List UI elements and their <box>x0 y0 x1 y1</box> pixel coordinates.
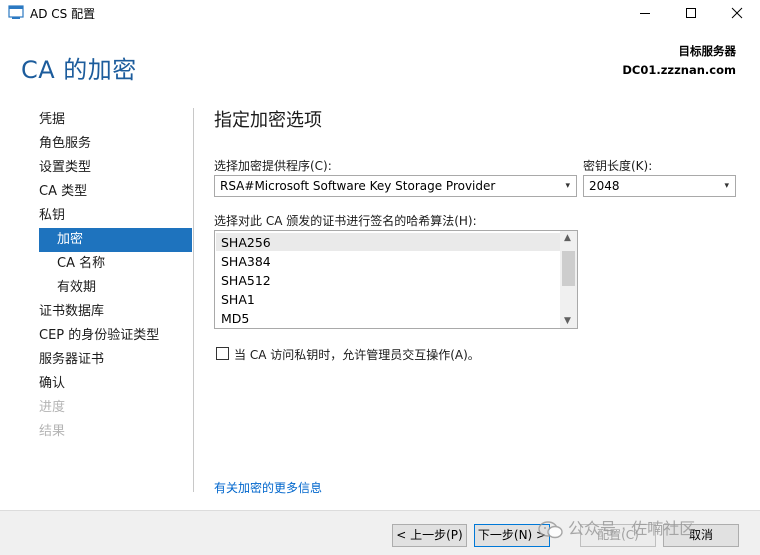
more-info-link[interactable]: 有关加密的更多信息 <box>214 479 322 496</box>
hash-algorithm-list[interactable]: SHA256 SHA384 SHA512 SHA1 MD5 ▲ ▼ <box>214 230 578 329</box>
nav-item-role-services[interactable]: 角色服务 <box>39 132 192 156</box>
list-item-sha384[interactable]: SHA384 <box>221 254 271 269</box>
key-length-label: 密钥长度(K): <box>583 159 653 173</box>
minimize-button[interactable] <box>622 0 668 26</box>
list-item-sha256[interactable]: SHA256 <box>221 235 271 250</box>
nav-item-results: 结果 <box>39 424 66 439</box>
scrollbar-thumb[interactable] <box>562 251 575 286</box>
list-item-sha1[interactable]: SHA1 <box>221 292 255 307</box>
nav-item-server-certificate[interactable]: 服务器证书 <box>39 348 192 372</box>
window-title: AD CS 配置 <box>30 7 96 21</box>
server-manager-icon <box>8 5 24 19</box>
nav-item-progress: 进度 <box>39 400 66 415</box>
nav-item-cep-auth-type[interactable]: CEP 的身份验证类型 <box>39 324 192 348</box>
nav-item-credentials[interactable]: 凭据 <box>39 108 192 132</box>
page-title: CA 的加密 <box>21 56 137 84</box>
wizard-nav: 凭据 角色服务 设置类型 CA 类型 私钥 加密 CA 名称 有效期 证书数据库… <box>39 108 192 444</box>
maximize-button[interactable] <box>668 0 714 26</box>
provider-label: 选择加密提供程序(C): <box>214 159 332 173</box>
list-scrollbar[interactable]: ▲ ▼ <box>560 231 577 328</box>
target-server-label: 目标服务器 <box>678 44 737 58</box>
wechat-icon <box>538 520 563 538</box>
provider-select[interactable]: RSA#Microsoft Software Key Storage Provi… <box>214 175 577 197</box>
section-title: 指定加密选项 <box>214 110 322 131</box>
close-icon <box>731 7 743 19</box>
nav-item-ca-name[interactable]: CA 名称 <box>39 252 192 276</box>
close-button[interactable] <box>714 0 760 26</box>
nav-divider <box>193 108 194 492</box>
watermark-text: 公众号 · 佐喃社区 <box>568 519 696 538</box>
key-length-select[interactable]: 2048 ▾ <box>583 175 736 197</box>
maximize-icon <box>686 8 696 18</box>
nav-item-certificate-database[interactable]: 证书数据库 <box>39 300 192 324</box>
minimize-icon <box>640 13 650 14</box>
nav-item-ca-type[interactable]: CA 类型 <box>39 180 192 204</box>
watermark: 公众号 · 佐喃社区 <box>538 515 695 540</box>
previous-button[interactable]: < 上一步(P) <box>392 524 467 547</box>
nav-item-private-key[interactable]: 私钥 <box>39 204 192 228</box>
provider-select-value: RSA#Microsoft Software Key Storage Provi… <box>220 179 496 193</box>
list-item-md5[interactable]: MD5 <box>221 311 249 326</box>
chevron-up-icon[interactable]: ▲ <box>564 233 571 243</box>
hash-algorithm-label: 选择对此 CA 颁发的证书进行签名的哈希算法(H): <box>214 214 477 228</box>
chevron-down-icon: ▾ <box>565 181 570 191</box>
allow-admin-interaction-checkbox[interactable] <box>216 347 229 360</box>
target-server-name: DC01.zzznan.com <box>622 63 736 77</box>
nav-item-cryptography[interactable]: 加密 <box>39 228 192 252</box>
chevron-down-icon: ▾ <box>724 181 729 191</box>
key-length-value: 2048 <box>589 179 620 193</box>
nav-item-setup-type[interactable]: 设置类型 <box>39 156 192 180</box>
nav-item-validity-period[interactable]: 有效期 <box>39 276 192 300</box>
title-bar: AD CS 配置 <box>0 0 760 26</box>
list-item-sha512[interactable]: SHA512 <box>221 273 271 288</box>
chevron-down-icon[interactable]: ▼ <box>564 316 571 326</box>
nav-item-confirmation[interactable]: 确认 <box>39 372 192 396</box>
allow-admin-interaction-label: 当 CA 访问私钥时，允许管理员交互操作(A)。 <box>234 348 480 362</box>
